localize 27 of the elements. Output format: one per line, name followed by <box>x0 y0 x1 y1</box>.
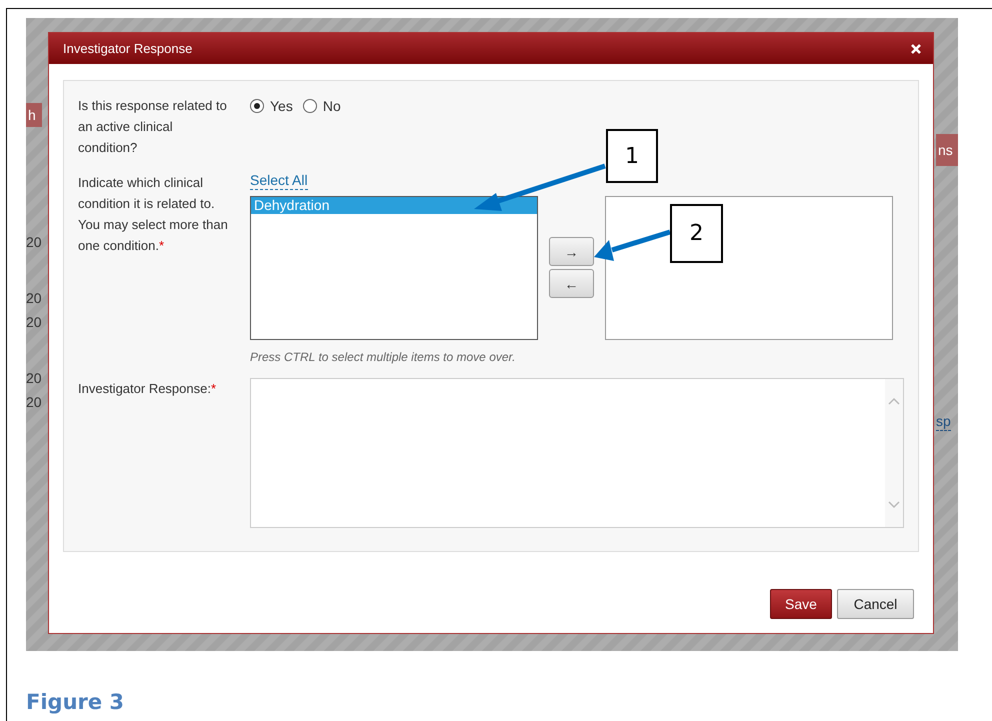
question-label: Is this response related to an active clinical condition? <box>78 97 228 157</box>
figure-caption: Figure 3 <box>26 689 126 716</box>
conditions-label: Indicate which clinical condition it is related to. You may select more than one condition.* <box>78 174 229 255</box>
selected-list[interactable] <box>605 196 893 340</box>
background-label: h <box>26 103 42 127</box>
close-icon[interactable] <box>911 44 921 54</box>
move-left-button[interactable]: ← <box>549 269 594 298</box>
select-all-link[interactable]: Select All <box>250 172 308 190</box>
radio-option[interactable]: No <box>302 96 341 116</box>
cancel-button[interactable]: Cancel <box>837 589 914 619</box>
background-text: 20 <box>26 393 42 411</box>
callout-number: 1 <box>606 129 658 183</box>
radio-option[interactable]: Yes <box>250 96 293 116</box>
dialog-title: Investigator Response <box>63 40 192 58</box>
background-text: 20 <box>26 289 42 307</box>
move-right-button[interactable]: → <box>549 237 594 266</box>
background-text: 20 <box>26 313 42 331</box>
save-button[interactable]: Save <box>770 589 832 619</box>
scroll-up-icon[interactable] <box>888 397 900 405</box>
hint-text: Press CTRL to select multiple items to move over. <box>250 349 516 366</box>
background-text: 20 <box>26 233 42 251</box>
background-text: 20 <box>26 369 42 387</box>
callout-number: 2 <box>670 204 723 263</box>
response-textarea[interactable] <box>250 378 904 528</box>
scroll-down-icon[interactable] <box>888 501 900 509</box>
response-label: Investigator Response:* <box>78 380 218 398</box>
background-label: ns <box>936 134 958 166</box>
